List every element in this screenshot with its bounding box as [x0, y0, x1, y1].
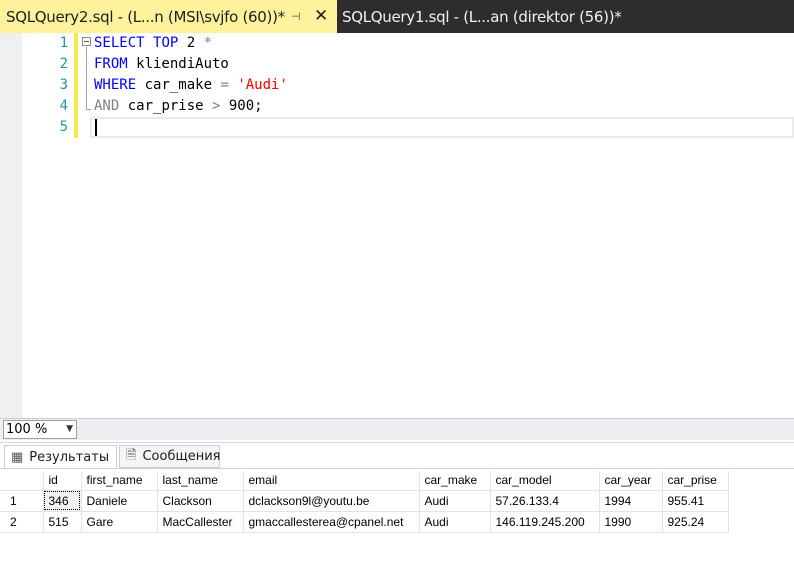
table-cell[interactable]: Gare	[81, 511, 158, 533]
row-number[interactable]: 1	[0, 490, 44, 512]
table-cell[interactable]: 1990	[599, 511, 663, 533]
code-token: SELECT	[94, 35, 145, 51]
line-number: 4	[59, 98, 68, 114]
pin-icon[interactable]: ⊣	[291, 10, 301, 23]
column-header[interactable]: last_name	[157, 471, 244, 491]
row-number-header[interactable]	[0, 471, 44, 491]
results-tab-strip: ▦ Результаты 🗎 Сообщения	[0, 442, 794, 468]
text-caret	[95, 119, 97, 136]
code-token: 'Audi'	[237, 77, 288, 93]
grid-icon: ▦	[11, 449, 24, 465]
table-cell[interactable]: MacCallester	[157, 511, 244, 533]
table-cell[interactable]: 346	[43, 490, 82, 512]
tab-messages[interactable]: 🗎 Сообщения	[119, 445, 220, 468]
table-cell[interactable]: 955.41	[662, 490, 729, 512]
tab-sqlquery2[interactable]: SQLQuery2.sql - (L...n (MSI\svjfo (60))*…	[0, 0, 337, 33]
column-header[interactable]: car_prise	[662, 471, 729, 491]
code-token: WHERE	[94, 77, 137, 93]
zoom-dropdown[interactable]: 100 % ▼	[3, 420, 77, 439]
selection-margin	[0, 33, 22, 418]
line-number: 3	[59, 77, 68, 93]
current-line-highlight	[90, 117, 794, 138]
table-cell[interactable]: Daniele	[81, 490, 158, 512]
column-header[interactable]: car_make	[419, 471, 491, 491]
column-header[interactable]: car_model	[490, 471, 600, 491]
table-cell[interactable]: gmaccallesterea@cpanel.net	[243, 511, 420, 533]
code-line[interactable]: FROM kliendiAuto	[94, 54, 229, 75]
table-cell[interactable]: 925.24	[662, 511, 729, 533]
outline-guide	[86, 47, 87, 109]
tab-messages-label: Сообщения	[142, 449, 221, 464]
editor-status-bar: 100 % ▼	[0, 418, 794, 440]
code-token: 900;	[220, 98, 263, 114]
row-number[interactable]: 2	[0, 511, 44, 533]
chevron-down-icon[interactable]: ▼	[66, 421, 73, 438]
code-token: TOP	[153, 35, 179, 51]
column-header[interactable]: id	[43, 471, 82, 491]
code-line[interactable]: WHERE car_make = 'Audi'	[94, 75, 288, 96]
table-row[interactable]: 2 515 Gare MacCallester gmaccallesterea@…	[0, 511, 729, 533]
change-tracking-bar	[74, 33, 78, 138]
column-header[interactable]: first_name	[81, 471, 158, 491]
line-number-gutter: 1 2 3 4 5	[22, 33, 74, 418]
message-icon: 🗎	[126, 447, 137, 463]
close-icon[interactable]: ✕	[314, 6, 328, 26]
code-token: FROM	[94, 56, 128, 72]
code-token: =	[220, 77, 229, 93]
code-token: AND	[94, 98, 120, 114]
query-editor[interactable]: 1 2 3 4 5 SELECT TOP 2 * FROM kliendiAut…	[0, 33, 794, 418]
results-table: id first_name last_name email car_make c…	[0, 471, 729, 533]
code-token: car_prise	[119, 98, 213, 114]
line-number: 2	[59, 56, 68, 72]
results-grid: id first_name last_name email car_make c…	[0, 468, 794, 574]
code-token: car_make	[136, 77, 221, 93]
code-token: *	[203, 35, 213, 51]
table-cell[interactable]: Audi	[419, 511, 491, 533]
tab-title: SQLQuery1.sql - (L...an (direktor (56))*	[342, 7, 622, 26]
tab-sqlquery1[interactable]: SQLQuery1.sql - (L...an (direktor (56))*	[337, 0, 794, 33]
code-token: 2	[178, 35, 204, 51]
collapse-icon[interactable]	[82, 37, 91, 46]
table-cell[interactable]: dclackson9l@youtu.be	[243, 490, 420, 512]
table-cell[interactable]: 57.26.133.4	[490, 490, 600, 512]
table-cell[interactable]: 1994	[599, 490, 663, 512]
header-row: id first_name last_name email car_make c…	[0, 471, 729, 491]
document-tab-strip: SQLQuery2.sql - (L...n (MSI\svjfo (60))*…	[0, 0, 794, 33]
code-line[interactable]: SELECT TOP 2 *	[94, 33, 212, 54]
code-token: kliendiAuto	[127, 56, 229, 72]
tab-title: SQLQuery2.sql - (L...n (MSI\svjfo (60))*	[6, 7, 285, 26]
table-cell[interactable]: 146.119.245.200	[490, 511, 600, 533]
table-cell[interactable]: Clackson	[157, 490, 244, 512]
tab-results[interactable]: ▦ Результаты	[4, 445, 117, 468]
table-cell[interactable]: Audi	[419, 490, 491, 512]
table-row[interactable]: 1 346 Daniele Clackson dclackson9l@youtu…	[0, 490, 729, 512]
table-cell[interactable]: 515	[43, 511, 82, 533]
outline-guide-end	[86, 109, 91, 110]
column-header[interactable]: email	[243, 471, 420, 491]
code-line[interactable]: AND car_prise > 900;	[94, 96, 263, 117]
line-number: 5	[59, 119, 68, 135]
column-header[interactable]: car_year	[599, 471, 663, 491]
tab-results-label: Результаты	[29, 449, 110, 465]
zoom-value: 100 %	[6, 422, 48, 437]
line-number: 1	[59, 35, 68, 51]
